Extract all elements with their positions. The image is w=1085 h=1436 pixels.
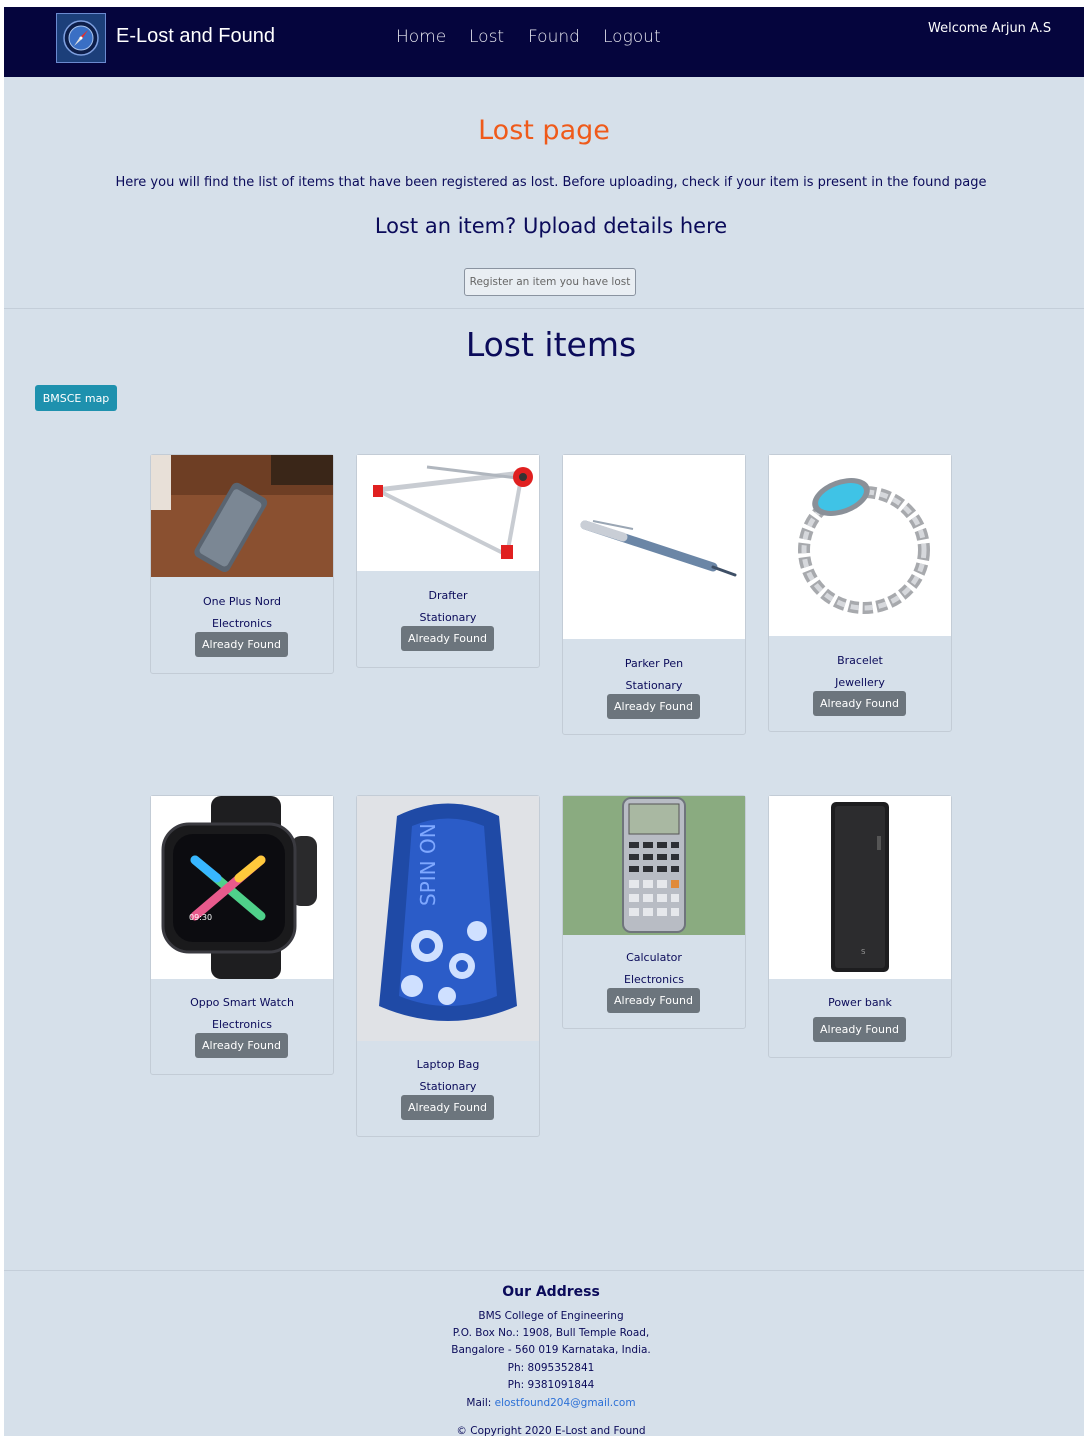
already-found-button[interactable]: Already Found [195, 632, 288, 657]
item-card: Parker Pen Stationary Already Found [562, 454, 746, 735]
register-lost-item-button[interactable]: Register an item you have lost [464, 268, 636, 296]
item-name: Bracelet [837, 654, 883, 667]
page: E-Lost and Found Home Lost Found Logout … [4, 7, 1084, 1436]
item-name: Laptop Bag [416, 1058, 480, 1071]
item-name: Parker Pen [624, 657, 684, 670]
footer-phone: Ph: 8095352841 [507, 1362, 595, 1374]
item-category: Electronics [212, 617, 272, 630]
lost-items-heading: Lost items [465, 325, 637, 364]
already-found-button[interactable]: Already Found [607, 694, 700, 719]
navbar: E-Lost and Found Home Lost Found Logout … [4, 7, 1084, 77]
already-found-button[interactable]: Already Found [401, 626, 494, 651]
item-category: Jewellery [835, 676, 885, 689]
already-found-button[interactable]: Already Found [813, 691, 906, 716]
item-name: Calculator [626, 951, 682, 964]
divider [4, 308, 1084, 309]
item-card: One Plus Nord Electronics Already Found [150, 454, 334, 674]
powerbank-image-icon: S [769, 796, 951, 979]
welcome-text: Welcome Arjun A.S [928, 21, 1052, 36]
already-found-button[interactable]: Already Found [607, 988, 700, 1013]
already-found-button[interactable]: Already Found [401, 1095, 494, 1120]
nav-logout[interactable]: Logout [603, 27, 661, 47]
compass-logo-icon [63, 20, 99, 56]
item-card: 09:30 Oppo Smart Watch Electronics Alrea… [150, 795, 334, 1075]
page-title: Lost page [478, 115, 610, 146]
svg-text:09:30: 09:30 [189, 913, 212, 922]
item-category: Stationary [419, 611, 477, 624]
item-card: Calculator Electronics Already Found [562, 795, 746, 1029]
bmsce-map-button[interactable]: BMSCE map [35, 385, 117, 411]
item-name: Oppo Smart Watch [190, 996, 294, 1009]
svg-text:S: S [861, 948, 866, 956]
footer-address-line: BMS College of Engineering [478, 1310, 624, 1322]
item-card: Drafter Stationary Already Found [356, 454, 540, 668]
svg-text:SPIN ON: SPIN ON [416, 823, 440, 906]
item-card: S Power bank Already Found [768, 795, 952, 1058]
item-name: Drafter [428, 589, 468, 602]
item-card: SPIN ON Laptop Bag Stationary Already Fo… [356, 795, 540, 1137]
drafter-image-icon [357, 455, 539, 571]
footer-mail-link[interactable]: elostfound204@gmail.com [495, 1397, 636, 1409]
logo[interactable] [56, 13, 106, 63]
footer-phone: Ph: 9381091844 [507, 1379, 595, 1391]
item-card: Bracelet Jewellery Already Found [768, 454, 952, 732]
item-category: Stationary [419, 1080, 477, 1093]
phone-image-icon [151, 455, 333, 577]
item-category: Stationary [625, 679, 683, 692]
page-description: Here you will find the list of items tha… [115, 175, 987, 190]
bracelet-image-icon [769, 455, 951, 636]
already-found-button[interactable]: Already Found [195, 1033, 288, 1058]
smartwatch-image-icon: 09:30 [151, 796, 333, 979]
footer-divider [4, 1270, 1084, 1271]
item-category: Electronics [212, 1018, 272, 1031]
brand-name[interactable]: E-Lost and Found [116, 25, 275, 48]
nav-home[interactable]: Home [396, 27, 446, 47]
footer-mail-label: Mail: [466, 1397, 492, 1409]
item-category: Electronics [624, 973, 684, 986]
footer-title: Our Address [502, 1284, 600, 1300]
nav-lost[interactable]: Lost [469, 27, 504, 47]
item-name: Power bank [828, 996, 892, 1009]
pen-image-icon [563, 455, 745, 639]
footer-mail: Mail: elostfound204@gmail.com [4, 1397, 1084, 1409]
footer-address-line: P.O. Box No.: 1908, Bull Temple Road, [452, 1327, 650, 1339]
nav-found[interactable]: Found [528, 27, 580, 47]
calculator-image-icon [563, 796, 745, 935]
footer-copyright: © Copyright 2020 E-Lost and Found [456, 1425, 646, 1436]
item-name: One Plus Nord [202, 595, 282, 608]
footer-address-line: Bangalore - 560 019 Karnataka, India. [451, 1344, 651, 1356]
backpack-image-icon: SPIN ON [357, 796, 539, 1041]
already-found-button[interactable]: Already Found [813, 1017, 906, 1042]
upload-heading: Lost an item? Upload details here [374, 214, 728, 238]
